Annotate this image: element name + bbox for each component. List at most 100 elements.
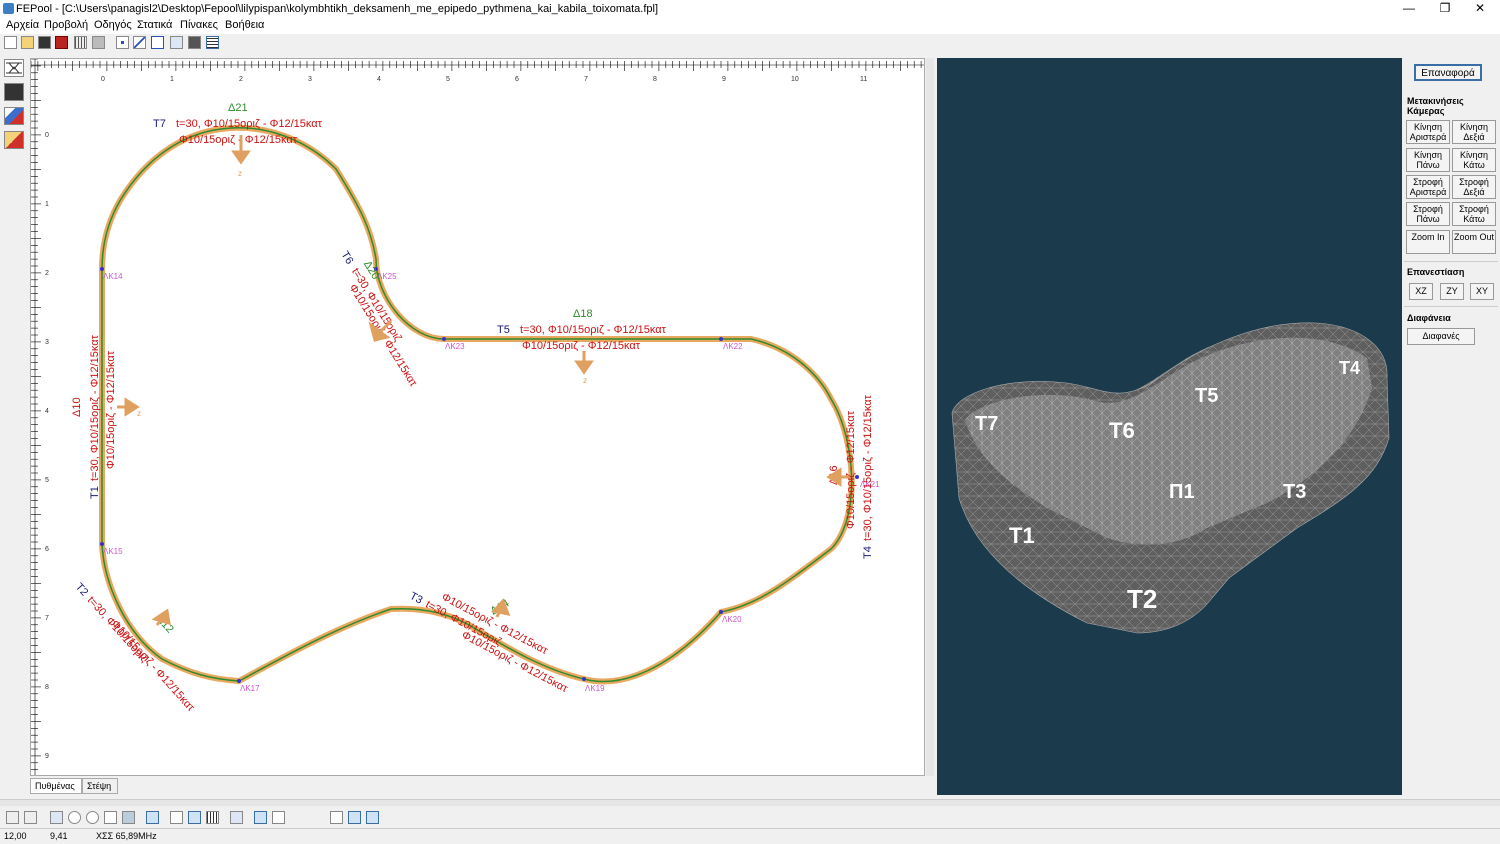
table-icon[interactable] <box>206 36 219 49</box>
reset-button[interactable]: Επαναφορά <box>1414 64 1482 81</box>
minimize-button[interactable]: — <box>1392 0 1426 18</box>
ruler-label: 3 <box>308 76 312 83</box>
calculator-icon[interactable] <box>4 83 24 101</box>
left-toolbar <box>0 57 28 157</box>
status-bar: 12,00 9,41 ΧΣΣ 65,89MHz <box>0 828 1500 844</box>
rotate-left-button[interactable]: Στροφή Αριστερά <box>1406 175 1450 199</box>
ruler-label: 7 <box>584 76 588 83</box>
camera-panel: Επαναφορά Μετακινήσεις Κάμερας Κίνηση Αρ… <box>1402 58 1500 795</box>
node-label: ΛΚ20 <box>722 615 742 624</box>
wall-label-3d: T7 <box>975 413 998 435</box>
node-marker[interactable] <box>719 337 723 341</box>
undo-icon[interactable] <box>6 811 19 824</box>
move-left-button[interactable]: Κίνηση Αριστερά <box>1406 120 1450 144</box>
delete-loads-icon[interactable] <box>4 131 24 149</box>
node-marker[interactable] <box>719 610 723 614</box>
node-marker[interactable] <box>237 679 241 683</box>
wall-name: T2 <box>73 581 91 599</box>
node-marker[interactable] <box>100 542 104 546</box>
node-marker[interactable] <box>442 337 446 341</box>
zoom-in-icon[interactable] <box>68 811 81 824</box>
line-icon[interactable] <box>133 36 146 49</box>
frame-icon[interactable] <box>170 36 183 49</box>
print-icon[interactable] <box>92 36 105 49</box>
calculator-icon[interactable] <box>188 36 201 49</box>
arrow-icon[interactable] <box>330 811 343 824</box>
load-arrow <box>574 351 594 375</box>
menu-help[interactable]: Βοήθεια <box>225 19 264 31</box>
node-icon[interactable] <box>116 36 129 49</box>
axis-label: z <box>583 376 587 385</box>
view-3d[interactable]: T7 T6 T5 T4 T3 T2 T1 Π1 <box>937 58 1402 795</box>
ruler-label: 0 <box>45 132 49 139</box>
polyline-icon[interactable] <box>151 36 164 49</box>
zoom-extents-icon[interactable] <box>122 811 135 824</box>
move-right-button[interactable]: Κίνηση Δεξιά <box>1452 120 1496 144</box>
axis-label: z <box>238 169 242 178</box>
new-file-icon[interactable] <box>4 36 17 49</box>
wall-spec: t=30, Φ10/15οριζ - Φ12/15κατ <box>520 324 667 336</box>
angle-icon[interactable] <box>348 811 361 824</box>
axis-label: z <box>137 409 141 418</box>
horizontal-scrollbar[interactable] <box>0 799 1500 806</box>
node-label: ΛΚ14 <box>103 272 123 281</box>
wall-label-3d: T6 <box>1109 418 1135 443</box>
measure-icon[interactable] <box>366 811 379 824</box>
node-marker[interactable] <box>582 677 586 681</box>
menu-files[interactable]: Αρχεία <box>6 19 39 31</box>
material-icon[interactable] <box>55 36 68 49</box>
properties-icon[interactable] <box>230 811 243 824</box>
drawing-canvas[interactable]: 0 1 2 3 4 5 6 7 8 9 10 11 0 1 2 3 4 5 6 7 8 9 ΛΚ14 ΛΚ15 ΛΚ17… <box>30 58 925 776</box>
supports-icon[interactable] <box>4 59 24 77</box>
redo-icon[interactable] <box>24 811 37 824</box>
close-button[interactable]: ✕ <box>1463 0 1497 18</box>
grid-icon[interactable] <box>74 36 87 49</box>
rotate-down-button[interactable]: Στροφή Κάτω <box>1452 202 1496 226</box>
vertical-scrollbar[interactable] <box>926 58 934 776</box>
snap-mid-icon[interactable] <box>272 811 285 824</box>
menu-statics[interactable]: Στατικά <box>137 19 172 31</box>
ortho-icon[interactable] <box>170 811 183 824</box>
rotate-up-button[interactable]: Στροφή Πάνω <box>1406 202 1450 226</box>
rotate-right-button[interactable]: Στροφή Δεξιά <box>1452 175 1496 199</box>
camera-heading: Μετακινήσεις Κάμερας <box>1407 96 1464 116</box>
tab-crown[interactable]: Στέψη <box>82 778 118 794</box>
node-marker[interactable] <box>100 267 104 271</box>
grid-snap-icon[interactable] <box>188 811 201 824</box>
ruler-icon[interactable] <box>146 811 159 824</box>
plane-xy-button[interactable]: XY <box>1470 283 1494 300</box>
zoom-in-button[interactable]: Zoom In <box>1406 230 1450 254</box>
zoom-window-icon[interactable] <box>104 811 117 824</box>
wall-name: T4 <box>862 546 874 559</box>
plane-xz-button[interactable]: XZ <box>1409 283 1433 300</box>
move-up-button[interactable]: Κίνηση Πάνω <box>1406 148 1450 172</box>
info-icon[interactable] <box>50 811 63 824</box>
zoom-out-icon[interactable] <box>86 811 99 824</box>
ruler-label: 9 <box>45 753 49 760</box>
zoom-out-button[interactable]: Zoom Out <box>1452 230 1496 254</box>
wall-spec-2: Φ10/15οριζ - Φ12/15κατ <box>522 340 641 352</box>
transparent-button[interactable]: Διαφανές <box>1407 328 1475 345</box>
menu-wizard[interactable]: Οδηγός <box>94 19 132 31</box>
tab-bottom-slab[interactable]: Πυθμένας <box>30 778 82 794</box>
wall-name: T7 <box>153 118 166 130</box>
move-down-button[interactable]: Κίνηση Κάτω <box>1452 148 1496 172</box>
eraser-icon[interactable] <box>4 107 24 125</box>
wall-t1-load: Δ10 <box>71 397 83 417</box>
save-icon[interactable] <box>38 36 51 49</box>
open-folder-icon[interactable] <box>21 36 34 49</box>
ruler-label: 5 <box>446 76 450 83</box>
plan-drawing: 0 1 2 3 4 5 6 7 8 9 10 11 0 1 2 3 4 5 6 7 8 9 ΛΚ14 ΛΚ15 ΛΚ17… <box>31 59 924 775</box>
ruler-label: 6 <box>515 76 519 83</box>
main-toolbar <box>0 35 225 52</box>
app-icon <box>3 3 14 14</box>
grid-icon[interactable] <box>206 811 219 824</box>
divider <box>1404 261 1498 262</box>
status-y: 9,41 <box>50 831 68 841</box>
ruler-label: 11 <box>860 76 867 83</box>
maximize-button[interactable]: ❐ <box>1428 0 1462 18</box>
plane-zy-button[interactable]: ZY <box>1440 283 1464 300</box>
snap-node-icon[interactable] <box>254 811 267 824</box>
menu-tables[interactable]: Πίνακες <box>180 19 218 31</box>
menu-view[interactable]: Προβολή <box>44 19 88 31</box>
